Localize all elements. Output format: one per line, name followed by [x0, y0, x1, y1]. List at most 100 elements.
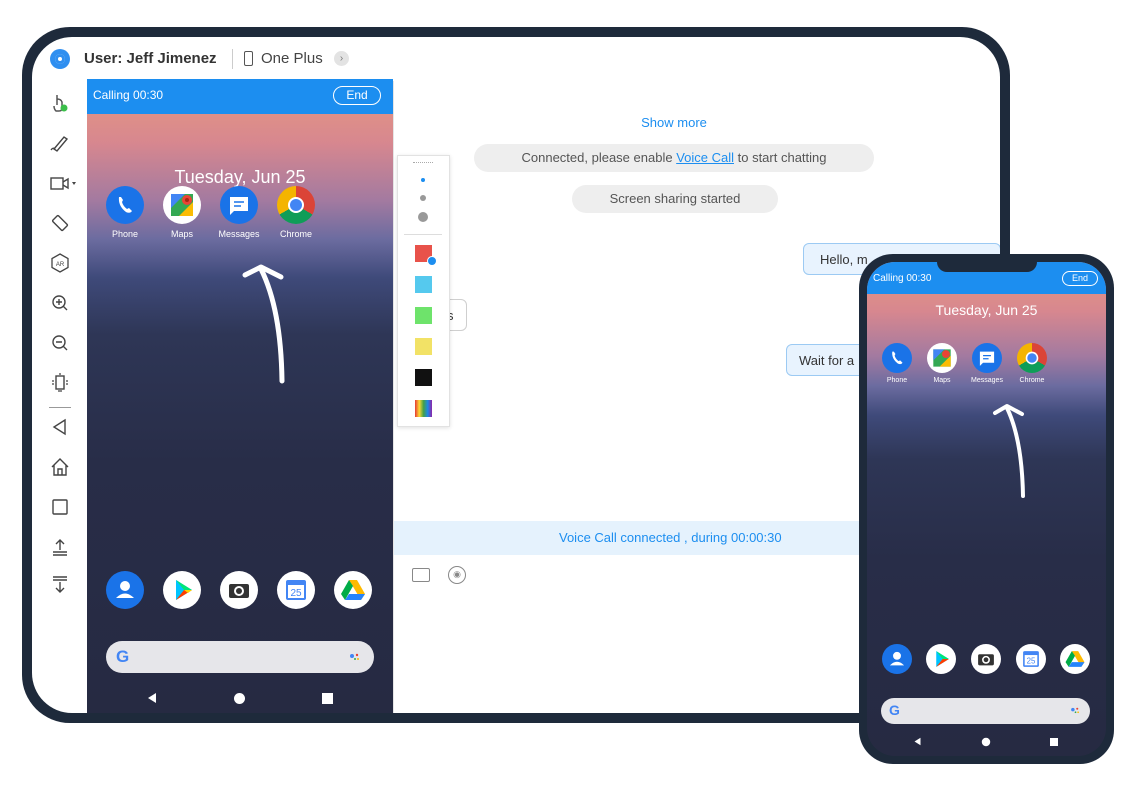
chrome-app-icon — [1017, 343, 1047, 373]
app-phone[interactable]: Phone — [96, 186, 154, 239]
upload-icon[interactable] — [50, 537, 70, 557]
assistant-icon[interactable] — [1071, 707, 1080, 714]
play-store-app-icon[interactable] — [163, 571, 201, 609]
vibrate-icon[interactable] — [50, 373, 70, 393]
app-logo-icon — [50, 49, 70, 69]
phone-notch — [937, 262, 1037, 272]
user-label: User: Jeff Jimenez — [84, 50, 217, 67]
camera-app-icon[interactable] — [220, 571, 258, 609]
brush-size-large[interactable] — [418, 212, 428, 222]
brush-size-medium[interactable] — [420, 195, 426, 201]
app-maps[interactable]: Maps — [920, 343, 964, 384]
contacts-app-icon[interactable] — [106, 571, 144, 609]
remote-phone-screen[interactable]: Calling 00:30 End Tuesday, Jun 25 Phone … — [87, 79, 393, 713]
voice-call-status: Voice Call connected , during 00:00:30 — [559, 530, 782, 545]
show-more-link[interactable]: Show more — [394, 115, 954, 130]
color-swatch-yellow[interactable] — [415, 338, 432, 355]
home-date: Tuesday, Jun 25 — [174, 167, 306, 187]
app-label: Messages — [971, 377, 1003, 384]
calling-timer: Calling 00:30 — [873, 273, 932, 284]
system-message-connected: Connected, please enable Voice Call to s… — [474, 144, 874, 172]
app-maps[interactable]: Maps — [153, 186, 211, 239]
voice-call-link[interactable]: Voice Call — [676, 150, 734, 165]
drive-app-icon[interactable] — [1060, 644, 1090, 674]
brush-size-small[interactable] — [421, 178, 425, 182]
app-phone[interactable]: Phone — [875, 343, 919, 384]
svg-text:AR: AR — [56, 262, 65, 268]
google-search-bar[interactable]: G — [106, 641, 374, 673]
phone-device-icon — [244, 51, 253, 66]
drawn-arrow-annotation — [993, 404, 1025, 498]
home-icon[interactable] — [50, 457, 70, 477]
google-search-bar[interactable]: G — [881, 698, 1090, 724]
color-swatch-blue[interactable] — [415, 276, 432, 293]
calendar-app-icon[interactable]: 25 — [1016, 644, 1046, 674]
picker-drag-handle[interactable] — [413, 162, 433, 163]
chrome-app-icon — [277, 186, 315, 224]
session-header: User: Jeff Jimenez One Plus › — [32, 37, 1000, 81]
nav-recents-icon[interactable] — [322, 693, 333, 704]
app-label: Chrome — [279, 229, 312, 239]
app-label: Phone — [111, 229, 139, 239]
calendar-day: 25 — [1027, 657, 1036, 666]
zoom-out-icon[interactable] — [50, 333, 70, 353]
nav-back-icon[interactable] — [913, 737, 922, 746]
play-store-app-icon[interactable] — [926, 644, 956, 674]
android-nav-bar — [867, 732, 1106, 752]
nav-home-icon[interactable] — [981, 737, 991, 747]
drawn-arrow-annotation — [242, 264, 285, 384]
draw-pen-icon[interactable] — [50, 133, 70, 153]
app-chrome[interactable]: Chrome — [1010, 343, 1054, 384]
back-icon[interactable] — [50, 417, 70, 437]
voice-icon[interactable]: ◉ — [448, 566, 466, 584]
nav-back-icon[interactable] — [146, 692, 158, 704]
connected-text-prefix: Connected, please enable — [521, 150, 677, 165]
app-messages[interactable]: Messages — [965, 343, 1009, 384]
maps-app-icon — [163, 186, 201, 224]
zoom-in-icon[interactable] — [50, 293, 70, 313]
contacts-app-icon[interactable] — [882, 644, 912, 674]
video-record-icon[interactable] — [50, 173, 84, 193]
picker-separator — [404, 234, 442, 235]
app-label: Chrome — [1019, 377, 1045, 384]
nav-recents-icon[interactable] — [1050, 738, 1058, 746]
calling-bar: Calling 00:30 End — [87, 79, 393, 114]
drawing-color-picker — [397, 155, 450, 427]
calling-timer: Calling 00:30 — [93, 88, 164, 102]
app-label: Messages — [218, 229, 260, 239]
phone-app-icon — [882, 343, 912, 373]
drive-app-icon[interactable] — [334, 571, 372, 609]
app-label: Maps — [933, 377, 951, 384]
messages-app-icon — [220, 186, 258, 224]
home-date: Tuesday, Jun 25 — [935, 302, 1038, 318]
device-name: One Plus — [261, 50, 323, 67]
tool-sidebar: AR — [32, 81, 87, 713]
file-folder-icon[interactable] — [412, 568, 430, 582]
system-message-screen-sharing: Screen sharing started — [572, 185, 778, 213]
app-messages[interactable]: Messages — [210, 186, 268, 239]
camera-app-icon[interactable] — [971, 644, 1001, 674]
android-nav-bar — [87, 683, 393, 713]
end-call-button[interactable]: End — [1062, 271, 1098, 286]
color-swatch-black[interactable] — [415, 369, 432, 386]
ar-icon[interactable]: AR — [50, 253, 70, 273]
assistant-icon[interactable] — [350, 653, 360, 661]
end-call-button[interactable]: End — [333, 86, 381, 105]
recents-icon[interactable] — [50, 497, 70, 517]
app-chrome[interactable]: Chrome — [267, 186, 325, 239]
color-swatch-custom[interactable] — [415, 400, 432, 417]
calendar-day: 25 — [290, 588, 302, 599]
color-swatch-green[interactable] — [415, 307, 432, 324]
phone-app-icon — [106, 186, 144, 224]
app-label: Phone — [886, 377, 908, 384]
app-label: Maps — [170, 229, 193, 239]
rotate-icon[interactable] — [50, 213, 70, 233]
nav-home-icon[interactable] — [233, 692, 246, 705]
remote-control-icon[interactable] — [50, 93, 70, 113]
sidebar-separator — [49, 407, 71, 408]
device-details-button[interactable]: › — [334, 51, 349, 66]
selected-check-icon — [427, 256, 437, 266]
download-icon[interactable] — [50, 575, 70, 595]
calendar-app-icon[interactable]: 25 — [277, 571, 315, 609]
floating-phone-frame: Calling 00:30 End Tuesday, Jun 25 Phone … — [859, 254, 1114, 764]
